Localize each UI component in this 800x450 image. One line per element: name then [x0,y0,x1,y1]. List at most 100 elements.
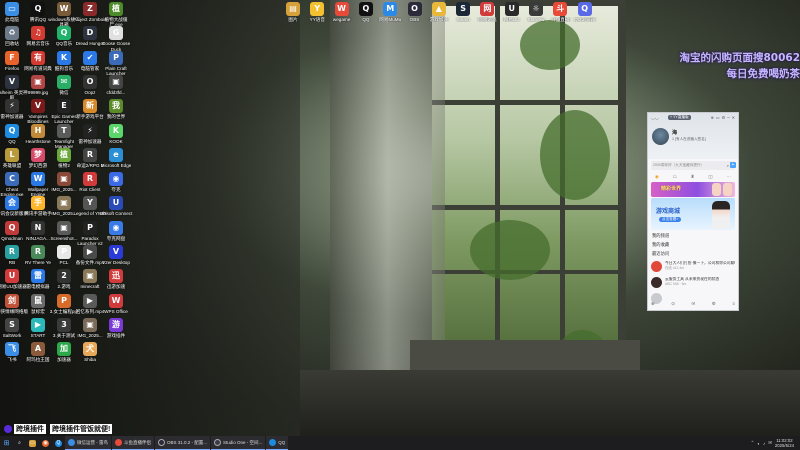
app-icon: R [83,172,97,187]
pinned-firefox[interactable]: ◉ [39,436,52,450]
window-frame [432,205,622,210]
tab-spaces[interactable]: ♜ [691,174,695,180]
desktop-icon[interactable]: Q QQ浏览器 [568,2,602,38]
menu-item-favorites[interactable]: 我的收藏 [652,240,738,249]
app-icon: Y [83,196,97,211]
notification-icon[interactable]: ✉ [768,440,772,446]
tip-text-1: 跨境插件 [14,424,46,434]
app-icon: Q [5,123,19,138]
tip-icon [4,425,12,433]
desktop-icon[interactable]: 犬 Shiba [73,342,107,378]
taskbar-app-wechat[interactable]: 微信运营 - 雷鸟 [65,436,111,450]
qq-profile-header: ◡◡ + YY直播版 ⊕ ▭ ⚙ ─ ✕ 海 1 [有人在说输入签名] [648,113,738,159]
ad-button[interactable]: 点击查看> [659,217,682,222]
app-icon: 植 [109,2,123,16]
app-icon: 游 [109,317,123,332]
ad-figure [712,201,730,229]
list-item[interactable]: 云服务工具 从未来到现在的状态 ABC 948 · 5m [648,274,738,290]
qq-status-icon[interactable]: ⊙ [671,301,675,307]
qq-window-icon[interactable]: ▭ [716,115,720,120]
taskbar-app-obs[interactable]: OBS 31.0.2 - 配置... [155,436,211,450]
desktop-icon-label: Ubisoft Connect [99,211,133,217]
qq-settings-icon[interactable]: ⚙ [712,301,716,307]
qq-add-icon[interactable]: ⊕ [710,115,713,120]
taskbar-clock[interactable]: 11:02:02 2025/5/24 [775,438,794,448]
app-icon: Q [57,26,71,41]
banner-figure [712,183,721,196]
app-icon [214,439,222,446]
qq-menu: 我的频道 我的收藏 最近访问 [648,231,738,258]
app-icon: N [31,220,45,235]
qq-menu-icon[interactable]: ⊕ [651,301,655,307]
volume-icon[interactable]: ♪ [763,441,765,446]
app-icon: ▣ [109,74,123,89]
tab-apps[interactable]: ◫ [708,174,712,180]
pinned-qq[interactable]: Q [52,436,65,450]
qq-settings-icon[interactable]: ⚙ [722,115,726,120]
app-icon: C [5,172,19,187]
wallpaper-floor [300,370,800,436]
app-icon: 剑 [5,293,19,308]
app-icon: 会 [5,196,19,211]
window-frame [495,0,500,345]
menu-item-recent[interactable]: 最近访问 [652,249,738,258]
taskbar-app-qq[interactable]: QQ [266,436,289,450]
banner-figure [723,183,732,196]
qq-vip-badge[interactable]: + YY直播版 [668,115,691,120]
app-icon: ▲ [431,2,446,16]
qq-game-ad[interactable]: 游戏商城 点击查看> [651,198,735,230]
app-icon: D [83,26,97,41]
app-icon: R [5,245,19,259]
qq-close-icon[interactable]: ✕ [732,115,735,120]
menu-item-channels[interactable]: 我的频道 [652,231,738,240]
app-icon: ▣ [57,220,71,235]
qq-mail-icon[interactable]: ✉ [692,301,696,307]
app-icon: E [57,99,71,114]
qq-search-input[interactable]: 2000周年好（九天宝藏待提升） ⌕ + [651,161,736,170]
qq-banner-ad[interactable]: 精彩世界 [651,182,735,197]
search-button[interactable]: ⌕ [13,436,26,450]
task-label: OBS 31.0.2 - 配置... [167,439,208,445]
start-button[interactable]: ⊞ [0,436,13,450]
app-icon: ♻ [5,26,19,41]
tab-messages[interactable]: ◉ [655,174,659,180]
taskbar-app-studio-one[interactable]: Studio One - 空间... [211,436,266,450]
app-icon: O [407,2,422,16]
app-icon: R [83,147,97,162]
network-icon[interactable]: ◐ [757,441,760,446]
tray-expand-icon[interactable]: ⌃ [751,440,755,446]
task-label: Studio One - 空间... [223,439,263,445]
app-icon: ☼ [529,2,543,16]
qq-more-icon[interactable]: ≡ [732,301,735,307]
app-icon: 植 [57,147,71,162]
app-icon: Z [83,2,97,16]
pinned-explorer[interactable]: ▭ [26,436,39,450]
taskbar-app-douyu[interactable]: 斗鱼直播伴侣 [112,436,154,450]
app-icon: Q [358,2,373,16]
app-icon: 网 [480,2,495,16]
window-frame [432,100,622,105]
app-icon: V [5,74,19,89]
task-label: 微信运营 - 雷鸟 [77,439,108,445]
qq-signature[interactable]: 1 [有人在说输入签名] [672,137,706,142]
app-icon: 有 [31,50,45,65]
firefox-icon: ◉ [42,439,49,447]
app-icon: ✉ [57,74,71,89]
tab-contacts[interactable]: ☖ [673,174,677,180]
qq-minimize-icon[interactable]: ─ [727,115,729,120]
list-item-subtitle: 在线 412.4m [665,266,685,270]
app-icon: 手 [31,196,45,211]
add-icon[interactable]: + [730,162,736,168]
app-icon [158,439,165,446]
list-item[interactable]: 今日大人们打扮 像一下，公司和你公司聊聊 在线 412.4m [648,258,738,274]
app-icon: W [57,2,71,16]
list-item-subtitle: ABC 948 · 5m [665,282,687,286]
app-icon: ♫ [31,26,45,41]
app-icon: K [109,123,123,138]
search-icon: ⌕ [18,439,21,446]
qq-main-panel[interactable]: ◡◡ + YY直播版 ⊕ ▭ ⚙ ─ ✕ 海 1 [有人在说输入签名] 2000… [647,112,739,311]
tab-more[interactable]: ⋯ [727,174,732,180]
avatar[interactable] [652,128,669,145]
desktop-icon-label: Microsoft Edge [100,162,132,168]
app-icon: Q [31,2,45,16]
